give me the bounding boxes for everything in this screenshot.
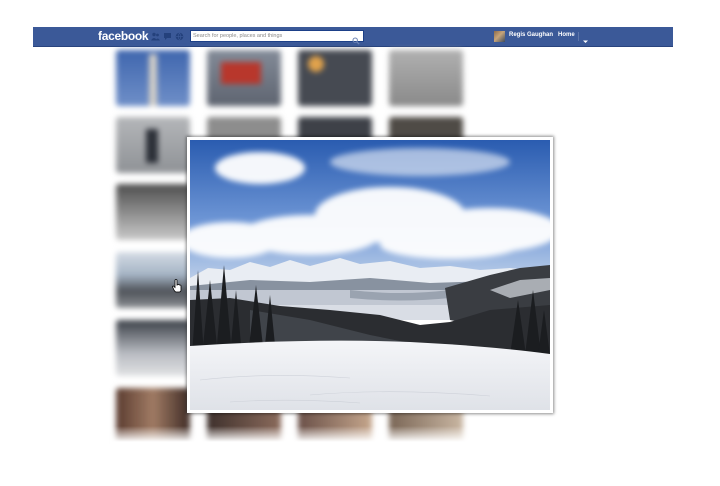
photo-thumbnail[interactable] xyxy=(116,117,190,173)
caret-down-icon[interactable] xyxy=(582,32,589,50)
home-link[interactable]: Home xyxy=(558,32,575,38)
grid-fade-overlay xyxy=(110,426,470,466)
friends-icon[interactable] xyxy=(151,32,160,41)
photo-thumbnail[interactable] xyxy=(116,320,190,376)
photo-thumbnail[interactable] xyxy=(116,184,190,240)
top-navigation-bar: facebook Regis Gaughan Home xyxy=(33,27,673,47)
messages-icon[interactable] xyxy=(163,32,172,41)
avatar[interactable] xyxy=(494,31,505,42)
photo-thumbnail[interactable] xyxy=(389,50,463,106)
photo-thumbnail[interactable] xyxy=(298,50,372,106)
search-box xyxy=(190,30,364,45)
hand-pointer-icon xyxy=(172,279,182,298)
nav-divider xyxy=(578,32,579,41)
magnifier-icon[interactable] xyxy=(352,32,360,50)
search-input[interactable] xyxy=(193,31,343,41)
enlarged-photo[interactable] xyxy=(190,140,550,410)
globe-icon[interactable] xyxy=(175,32,184,41)
profile-link[interactable]: Regis Gaughan xyxy=(509,32,553,38)
photo-thumbnail[interactable] xyxy=(207,50,281,106)
facebook-logo[interactable]: facebook xyxy=(98,29,149,43)
photo-thumbnail[interactable] xyxy=(116,50,190,106)
photo-lightbox xyxy=(187,137,553,413)
